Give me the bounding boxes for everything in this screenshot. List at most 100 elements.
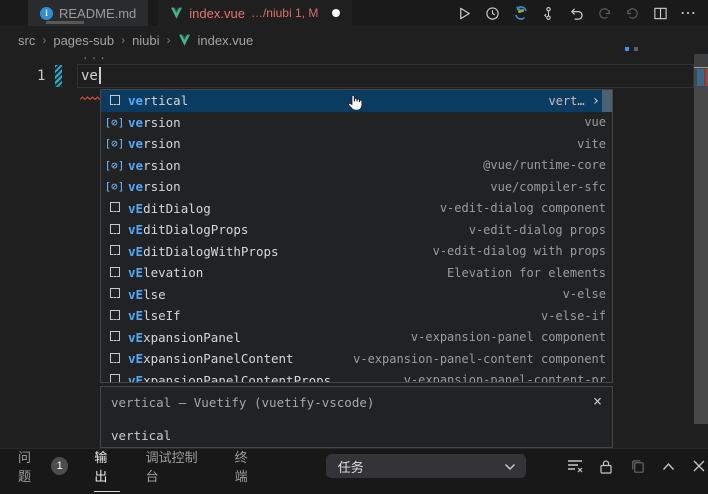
suggest-item-vertical[interactable]: vertical vert… › (101, 90, 612, 112)
suggest-detail: v-expansion-panel-content component (343, 352, 606, 366)
suggest-widget: vertical vert… › [⊘] version vue [⊘] ver… (100, 89, 613, 383)
nav-back-icon (595, 4, 614, 23)
suggest-item-veditdialogprops[interactable]: vEditDialogProps v-edit-dialog props (101, 219, 612, 241)
panel-tab-problems[interactable]: 问题 1 (18, 441, 68, 491)
property-icon: [⊘] (106, 159, 123, 172)
suggest-item-velse[interactable]: vElse v-else (101, 284, 612, 306)
breadcrumb-src[interactable]: src (18, 33, 35, 48)
scrollbar-cap (694, 54, 708, 67)
overview-modified-marker (697, 69, 704, 86)
suggest-item-vexpansionpanel[interactable]: vExpansionPanel v-expansion-panel compon… (101, 327, 612, 349)
snippet-icon (106, 355, 123, 363)
breadcrumb: src › pages-sub › niubi › index.vue (0, 26, 708, 54)
suggest-detail: v-edit-dialog component (430, 201, 606, 215)
docs-title: vertical — Vuetify (vuetify-vscode) (111, 395, 602, 410)
property-icon: [⊘] (106, 180, 123, 193)
tab-readme-label: README.md (59, 6, 136, 21)
code-line[interactable]: ve (81, 67, 101, 84)
panel-actions (566, 457, 708, 475)
suggest-detail: v-expansion-panel component (401, 330, 606, 344)
editor-pane[interactable]: ··· 1 ve vertical vert… › [⊘] version vu… (0, 54, 708, 448)
close-icon[interactable]: × (593, 392, 602, 410)
editor-actions: ⋯ (441, 0, 708, 26)
suggest-detail: vite (567, 137, 606, 151)
editor-scrollbar[interactable] (694, 54, 708, 424)
sync-extension-icon[interactable] (511, 4, 530, 23)
panel-tab-terminal[interactable]: 终端 (235, 441, 260, 491)
suggest-item-vexpansionpanelcontent[interactable]: vExpansionPanelContent v-expansion-panel… (101, 348, 612, 370)
suggest-item-vexpansionpanelcontentprops[interactable]: vExpansionPanelContentProps v-expansion-… (101, 370, 612, 384)
tab-readme[interactable]: i README.md (28, 0, 148, 26)
suggest-docs-widget: vertical — Vuetify (vuetify-vscode) × ve… (100, 386, 613, 448)
snippet-icon (106, 290, 123, 298)
info-file-icon: i (40, 7, 53, 20)
suggest-detail: v-else-if (531, 309, 606, 323)
suggest-detail: @vue/runtime-core (473, 158, 606, 172)
panel-tab-label: 终端 (235, 447, 260, 485)
snippet-icon (106, 204, 123, 212)
suggest-detail: v-edit-dialog with props (423, 244, 606, 258)
panel-tab-debug-console[interactable]: 调试控制台 (146, 441, 209, 491)
snippet-icon (106, 226, 123, 234)
suggest-detail: vue (574, 115, 606, 129)
split-editor-icon[interactable] (651, 4, 670, 23)
suggest-item-veditdialogwithprops[interactable]: vEditDialogWithProps v-edit-dialog with … (101, 241, 612, 263)
line-number: 1 (37, 68, 45, 84)
modified-dot-icon (625, 47, 629, 51)
snippet-icon (106, 97, 123, 105)
suggest-item-veditdialog[interactable]: vEditDialog v-edit-dialog component (101, 198, 612, 220)
breadcrumb-file[interactable]: index.vue (198, 33, 254, 48)
run-icon[interactable] (455, 4, 474, 23)
maximize-panel-icon[interactable] (659, 457, 677, 475)
snippet-icon (106, 247, 123, 255)
suggest-item-version[interactable]: [⊘] version vue (101, 112, 612, 134)
tab-index-decoration: …/niubi 1, M (251, 6, 318, 20)
suggest-item-version[interactable]: [⊘] version vue/compiler-sfc (101, 176, 612, 198)
tab-index-vue[interactable]: index.vue …/niubi 1, M (158, 0, 352, 26)
suggest-detail: vert… (538, 94, 584, 108)
suggest-detail: v-else (553, 287, 606, 301)
timeline-icon[interactable] (483, 4, 502, 23)
property-icon: [⊘] (106, 137, 123, 150)
lock-icon[interactable] (597, 457, 615, 475)
more-actions-icon[interactable]: ⋯ (679, 4, 698, 23)
snippet-icon (106, 312, 123, 320)
text-cursor (99, 67, 101, 84)
suggest-item-velseif[interactable]: vElseIf v-else-if (101, 305, 612, 327)
thumb-dot-icon (634, 47, 638, 51)
problems-count-badge: 1 (51, 457, 68, 475)
clear-output-icon[interactable] (566, 457, 584, 475)
open-output-in-editor-icon (628, 457, 646, 475)
error-squiggle (80, 86, 100, 105)
unsaved-dot-icon[interactable] (332, 9, 340, 17)
suggest-detail: Elevation for elements (437, 266, 606, 280)
chevron-down-icon (504, 459, 516, 474)
snippet-icon (106, 376, 123, 383)
output-channel-select[interactable]: 任务 (326, 454, 526, 478)
discard-icon[interactable] (567, 4, 586, 23)
suggest-item-velevation[interactable]: vElevation Elevation for elements (101, 262, 612, 284)
suggest-scrollbar-thumb[interactable] (602, 90, 612, 112)
suggest-item-version[interactable]: [⊘] version @vue/runtime-core (101, 155, 612, 177)
editor-tab-bar: i README.md index.vue …/niubi 1, M (0, 0, 708, 26)
close-panel-icon[interactable] (690, 457, 708, 475)
expand-docs-icon[interactable]: › (592, 93, 600, 109)
panel-tab-output[interactable]: 输出 (94, 441, 119, 492)
vue-icon (178, 34, 191, 46)
tab-scrollbar[interactable] (46, 21, 84, 24)
breadcrumb-niubi[interactable]: niubi (132, 33, 159, 48)
suggest-detail: v-edit-dialog props (459, 223, 606, 237)
panel-tab-label: 输出 (94, 447, 119, 485)
chevron-right-icon: › (121, 33, 125, 47)
gutter-modified-indicator[interactable] (55, 65, 62, 87)
panel-tab-label: 调试控制台 (146, 447, 209, 485)
current-line-highlight (77, 64, 694, 88)
nav-forward-icon (623, 4, 642, 23)
suggest-item-version[interactable]: [⊘] version vite (101, 133, 612, 155)
breadcrumb-pages-sub[interactable]: pages-sub (53, 33, 114, 48)
panel-tab-label: 问题 (18, 447, 43, 485)
suggest-detail: vue/compiler-sfc (480, 180, 606, 194)
output-channel-value: 任务 (338, 457, 364, 476)
suggest-detail: v-expansion-panel-content-pr (394, 373, 606, 383)
git-history-icon[interactable] (539, 4, 558, 23)
